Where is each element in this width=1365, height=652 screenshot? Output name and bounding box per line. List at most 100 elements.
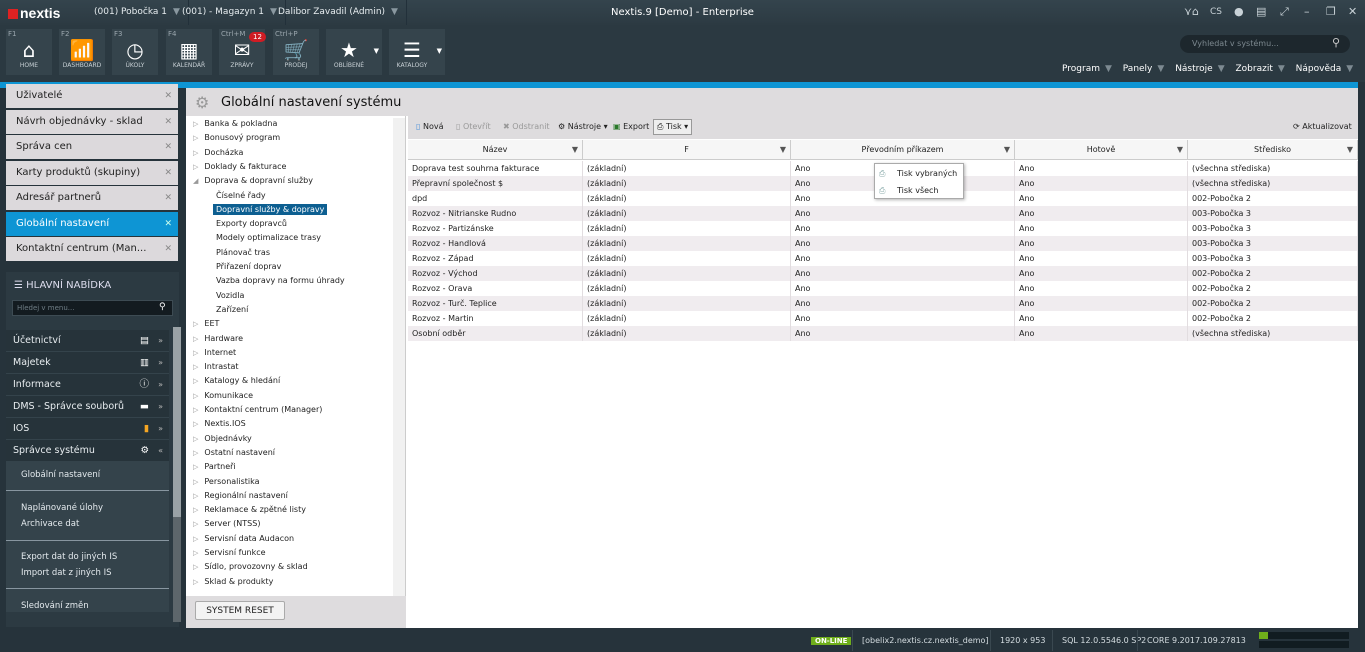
filter-icon[interactable]: ▼	[572, 140, 578, 160]
tree-node[interactable]: ▷ Sklad & produkty	[193, 577, 273, 586]
menu-dms[interactable]: DMS - Správce souborů ▬»	[6, 396, 169, 418]
menu-view[interactable]: Zobrazit	[1236, 64, 1273, 74]
favorites-button[interactable]: ★ OBLÍBENÉ ▼	[326, 29, 382, 75]
tree-child[interactable]: Exporty dopravců	[213, 218, 290, 229]
search-icon[interactable]: ⚲	[159, 302, 166, 312]
tree-child[interactable]: Modely optimalizace trasy	[213, 232, 324, 243]
table-row[interactable]: Rozvoz - Orava (základní) Ano Ano 002-Pobočk…	[408, 281, 1358, 296]
table-row[interactable]: Rozvoz - Nitrianske Rudno (základní) Ano An…	[408, 206, 1358, 221]
filter-icon[interactable]: ▼	[780, 140, 786, 160]
tree-node[interactable]: ▷ Docházka	[193, 148, 243, 157]
open-button[interactable]: ▯ Otevřít	[456, 122, 491, 131]
tree-node[interactable]: ▷ Internet	[193, 348, 236, 357]
menu-assets[interactable]: Majetek ▥»	[6, 352, 169, 374]
filter-icon[interactable]: ▼	[1347, 140, 1353, 160]
tree-child[interactable]: Dopravní služby & dopravy	[213, 203, 328, 215]
tree-node[interactable]: ▷ Reklamace & zpětné listy	[193, 505, 306, 514]
catalogs-button[interactable]: ☰ KATALOGY ▼	[389, 29, 445, 75]
messages-button[interactable]: Ctrl+M ✉ 12 ZPRÁVY	[219, 29, 266, 75]
fullscreen-icon[interactable]: ⤢	[1280, 5, 1289, 19]
system-reset-button[interactable]: SYSTEM RESET	[195, 601, 285, 620]
menu-help[interactable]: Nápověda	[1296, 64, 1342, 74]
menu-search-input[interactable]: Hledej v menu...	[12, 300, 173, 316]
sales-button[interactable]: Ctrl+P 🛒 PRODEJ	[273, 29, 319, 75]
tab-contact-center[interactable]: Kontaktní centrum (Man... ✕	[6, 237, 178, 261]
filter-icon[interactable]: ▼	[1004, 140, 1010, 160]
tree-node[interactable]: ▷ Regionální nastavení	[193, 491, 288, 500]
tree-scrollbar[interactable]	[393, 118, 405, 596]
close-icon[interactable]: ✕	[164, 84, 172, 108]
tree-node[interactable]: ▷ Personalistika	[193, 477, 260, 486]
submenu-data-archive[interactable]: Archivace dat	[6, 519, 169, 529]
tree-child[interactable]: Číselné řady	[213, 190, 269, 201]
tab-order-proposal[interactable]: Návrh objednávky - sklad ✕	[6, 110, 178, 134]
tree-node[interactable]: ▷ Nextis.IOS	[193, 419, 246, 428]
tree-child[interactable]: Přiřazení doprav	[213, 261, 284, 272]
tab-product-cards[interactable]: Karty produktů (skupiny) ✕	[6, 161, 178, 185]
close-icon[interactable]: ✕	[164, 212, 172, 236]
tree-node[interactable]: ▷ Ostatní nastavení	[193, 448, 275, 457]
table-row[interactable]: Rozvoz - Východ (základní) Ano Ano 002-Poboč…	[408, 266, 1358, 281]
tree-node[interactable]: ▷ Sídlo, provozovny & sklad	[193, 562, 308, 571]
submenu-import-data[interactable]: Import dat z jiných IS	[6, 568, 169, 578]
tree-child[interactable]: Plánovač tras	[213, 247, 273, 258]
language-selector[interactable]: CS	[1210, 7, 1222, 17]
home-button[interactable]: F1 ⌂ HOME	[6, 29, 52, 75]
tree-node[interactable]: ▷ Servisní data Audacon	[193, 534, 294, 543]
tree-node[interactable]: ▷ Servisní funkce	[193, 548, 266, 557]
column-header[interactable]: F ▼	[583, 140, 791, 160]
filter-icon[interactable]: ▼	[1177, 140, 1183, 160]
close-icon[interactable]: ✕	[164, 110, 172, 134]
tree-child[interactable]: Vozidla	[213, 290, 247, 301]
tree-node[interactable]: ▷ Komunikace	[193, 391, 253, 400]
restore-icon[interactable]: ❐	[1326, 5, 1336, 18]
print-all-item[interactable]: ⎙ Tisk všech	[875, 182, 963, 199]
print-button[interactable]: ⎙ Tisk ▾	[653, 119, 693, 135]
tree-node[interactable]: ▷ Katalogy & hledání	[193, 376, 280, 385]
menu-panels[interactable]: Panely	[1123, 64, 1153, 74]
delete-button[interactable]: ✖ Odstranit	[503, 122, 550, 131]
tree-node[interactable]: ▷ EET	[193, 319, 219, 328]
table-row[interactable]: Rozvoz - Turč. Teplice (základní) Ano Ano 00…	[408, 296, 1358, 311]
tree-node[interactable]: ▷ Intrastat	[193, 362, 239, 371]
submenu-change-tracking[interactable]: Sledování změn	[6, 601, 169, 611]
menu-scrollbar[interactable]	[173, 327, 181, 622]
print-selected-item[interactable]: ⎙ Tisk vybraných	[875, 165, 963, 182]
tree-child[interactable]: Vazba dopravy na formu úhrady	[213, 275, 348, 286]
menu-system-admin[interactable]: Správce systému ⚙ «	[6, 440, 169, 462]
menu-information[interactable]: Informace ⓘ»	[6, 374, 169, 396]
tree-node[interactable]: ▷ Server (NTSS)	[193, 519, 260, 528]
tab-price-management[interactable]: Správa cen ✕	[6, 135, 178, 159]
system-search-input[interactable]: Vyhledat v systému...	[1180, 35, 1350, 53]
table-row[interactable]: Rozvoz - Partizánske (základní) Ano Ano 003-…	[408, 221, 1358, 236]
column-header[interactable]: Název ▼	[408, 140, 583, 160]
tree-node[interactable]: ▷ Partneři	[193, 462, 236, 471]
tree-node[interactable]: ▷ Bonusový program	[193, 133, 280, 142]
close-icon[interactable]: ✕	[164, 135, 172, 159]
tree-node[interactable]: ▷ Doklady & fakturace	[193, 162, 286, 171]
tree-node[interactable]: ▷ Kontaktní centrum (Manager)	[193, 405, 322, 414]
submenu-global-settings[interactable]: Globální nastavení	[6, 470, 169, 480]
table-row[interactable]: Rozvoz - Handlová (základní) Ano Ano 003-Pob…	[408, 236, 1358, 251]
table-row[interactable]: Rozvoz - Martin (základní) Ano Ano 002-Poboč…	[408, 311, 1358, 326]
column-header[interactable]: Převodním příkazem ▼	[791, 140, 1015, 160]
menu-ios[interactable]: IOS ▮»	[6, 418, 169, 440]
tree-node[interactable]: ◢ Doprava & dopravní služby	[193, 176, 313, 185]
map-icon[interactable]: ⋎⌂	[1184, 5, 1199, 18]
close-icon[interactable]: ✕	[164, 186, 172, 210]
tab-users[interactable]: Uživatelé ✕	[6, 84, 178, 108]
record-icon[interactable]: ●	[1234, 5, 1244, 18]
submenu-scheduled-tasks[interactable]: Naplánované úlohy	[6, 503, 169, 513]
tab-partners[interactable]: Adresář partnerů ✕	[6, 186, 178, 210]
tools-button[interactable]: ⚙ Nástroje ▾	[558, 122, 608, 131]
close-icon[interactable]: ✕	[164, 237, 172, 261]
tree-child[interactable]: Zařízení	[213, 304, 251, 315]
tasks-button[interactable]: F3 ◷ ÚKOLY	[112, 29, 158, 75]
menu-program[interactable]: Program	[1062, 64, 1100, 74]
close-icon[interactable]: ✕	[1348, 5, 1357, 18]
search-icon[interactable]: ⚲	[1332, 36, 1340, 49]
layout-icon[interactable]: ▤	[1256, 5, 1266, 18]
close-icon[interactable]: ✕	[164, 161, 172, 185]
dashboard-button[interactable]: F2 📶 DASHBOARD	[59, 29, 105, 75]
column-header[interactable]: Hotově ▼	[1015, 140, 1188, 160]
